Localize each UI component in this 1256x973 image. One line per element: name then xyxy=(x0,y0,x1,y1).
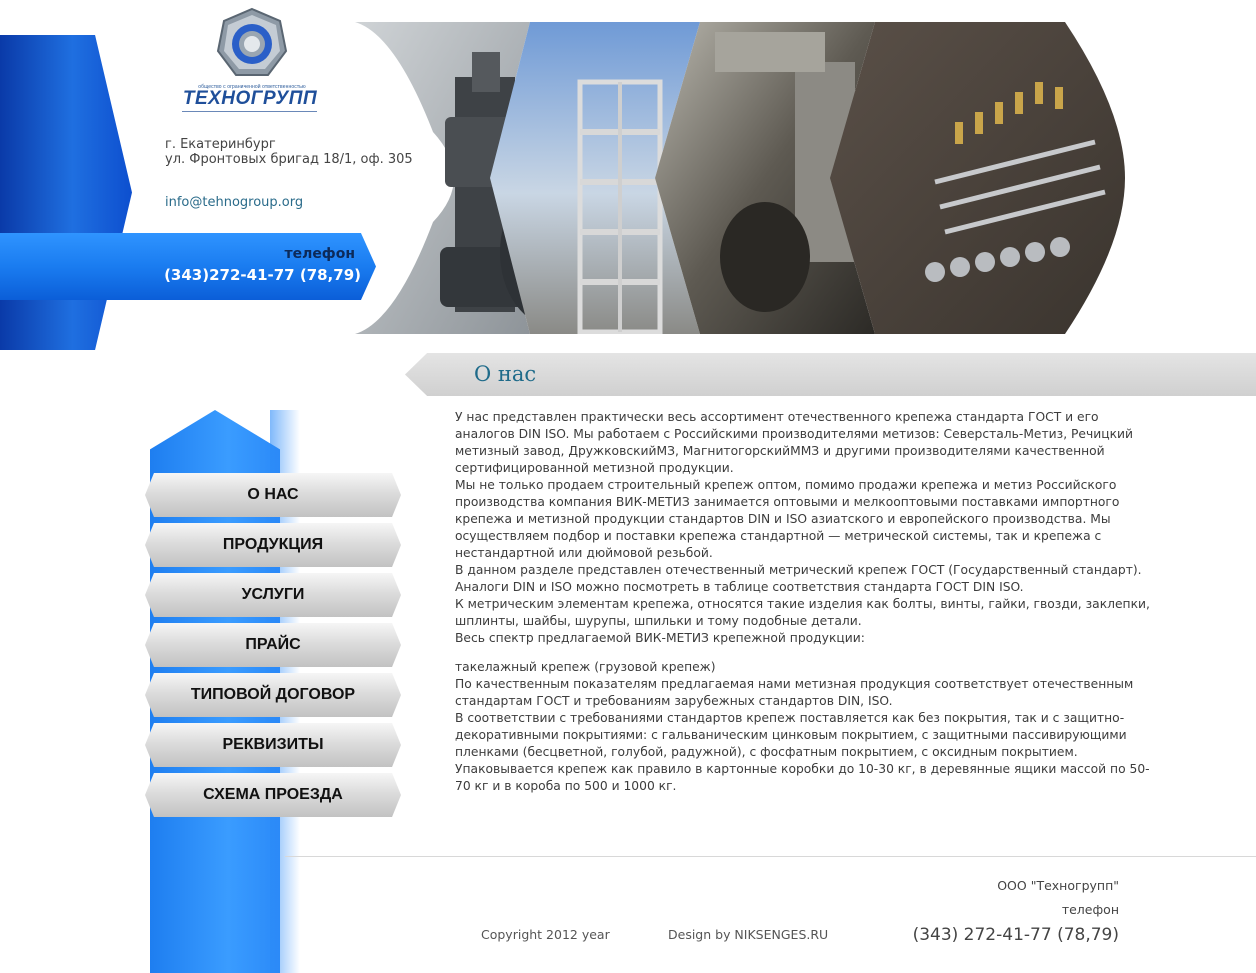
footer-phone-label: телефон xyxy=(1061,902,1119,917)
content-paragraph: По качественным показателям предлагаемая… xyxy=(455,677,1134,708)
content-paragraph: такелажный крепеж (грузовой крепеж) xyxy=(455,660,716,674)
phone-label: телефон xyxy=(284,246,355,262)
left-decor-shape xyxy=(0,35,132,350)
content-paragraph: К метрическим элементам крепежа, относят… xyxy=(455,597,1150,628)
content-paragraph: В соответствии с требованиями стандартов… xyxy=(455,711,1127,759)
menu-item-requisites[interactable]: РЕКВИЗИТЫ xyxy=(145,723,401,767)
menu-item-contract[interactable]: ТИПОВОЙ ДОГОВОР xyxy=(145,673,401,717)
menu-item-services[interactable]: УСЛУГИ xyxy=(145,573,401,617)
address-street: ул. Фронтовых бригад 18/1, оф. 305 xyxy=(165,152,413,167)
email-link[interactable]: info@tehnogroup.org xyxy=(165,195,303,210)
content-paragraph: Весь спектр предлагаемой ВИК-МЕТИЗ крепе… xyxy=(455,631,865,645)
phone-number: (343)272-41-77 (78,79) xyxy=(164,266,361,284)
footer-phone: (343) 272-41-77 (78,79) xyxy=(912,925,1119,945)
menu-item-products[interactable]: ПРОДУКЦИЯ xyxy=(145,523,401,567)
content-paragraph: В данном разделе представлен отечественн… xyxy=(455,563,1142,577)
logo-underline xyxy=(182,111,317,112)
footer-design-credit[interactable]: Design by NIKSENGES.RU xyxy=(668,927,828,942)
content-paragraph: Мы не только продаем строительный крепеж… xyxy=(455,478,1120,560)
menu-item-about[interactable]: О НАС xyxy=(145,473,401,517)
header-banner xyxy=(355,22,1125,334)
side-menu: О НАС ПРОДУКЦИЯ УСЛУГИ ПРАЙС ТИПОВОЙ ДОГ… xyxy=(145,473,401,823)
page-title: О нас xyxy=(474,362,537,386)
footer-divider xyxy=(285,856,1256,857)
main-content: У нас представлен практически весь ассор… xyxy=(455,409,1155,795)
footer-company: ООО "Техногрупп" xyxy=(997,878,1119,893)
address-city: г. Екатеринбург xyxy=(165,137,276,152)
fasteners-photo xyxy=(830,22,1125,334)
logo-name: ТЕХНОГРУПП xyxy=(182,88,318,109)
content-paragraph: Аналоги DIN и ISO можно посмотреть в таб… xyxy=(455,580,1024,594)
content-paragraph: Упаковывается крепеж как правило в карто… xyxy=(455,762,1150,793)
menu-item-directions[interactable]: СХЕМА ПРОЕЗДА xyxy=(145,773,401,817)
content-paragraph: У нас представлен практически весь ассор… xyxy=(455,410,1134,475)
footer-copyright: Copyright 2012 year xyxy=(481,927,610,942)
menu-item-price[interactable]: ПРАЙС xyxy=(145,623,401,667)
